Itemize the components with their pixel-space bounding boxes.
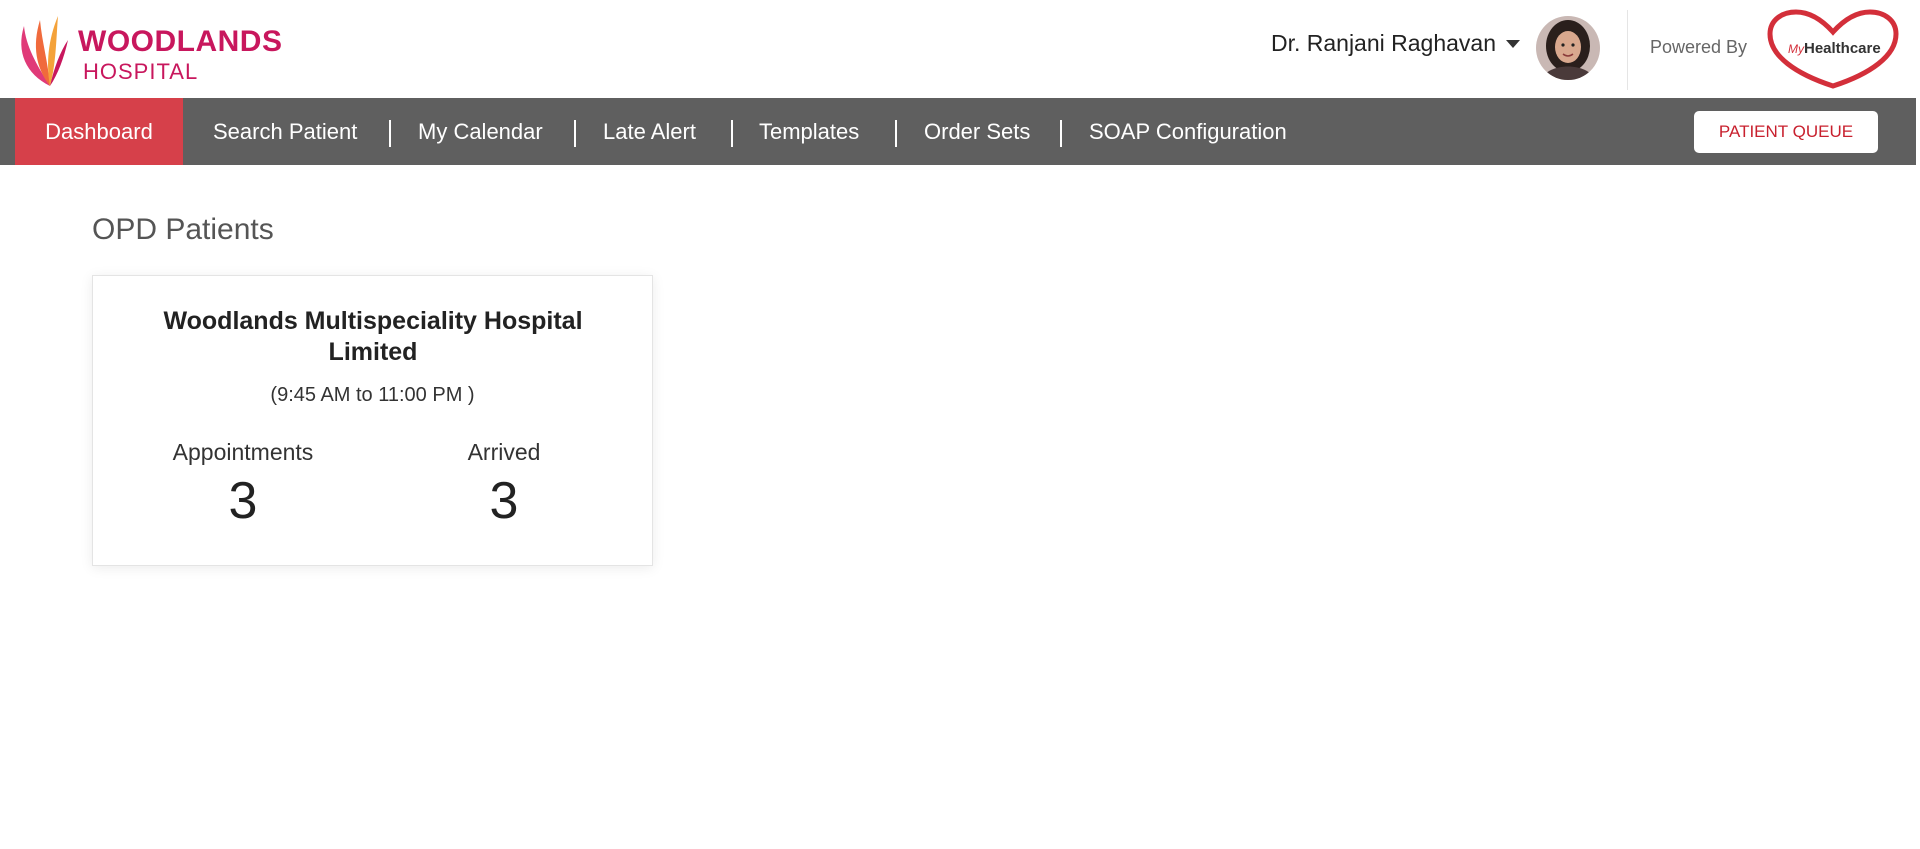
nav-separator [389,120,391,147]
avatar[interactable] [1536,16,1600,80]
nav-separator [731,120,733,147]
nav-late-alert[interactable]: Late Alert [603,98,696,165]
powered-by-label: Powered By [1650,37,1748,57]
nav-search-patient[interactable]: Search Patient [213,98,357,165]
arrived-count: 3 [489,472,519,530]
nav-order-sets[interactable]: Order Sets [924,98,1030,165]
main-nav: Dashboard Search Patient My Calendar Lat… [0,98,1916,165]
app-header: WOODLANDS HOSPITAL Dr. Ranjani Raghavan … [0,0,1920,98]
nav-templates[interactable]: Templates [759,98,859,165]
flame-logo-icon [21,16,68,86]
user-menu[interactable]: Dr. Ranjani Raghavan [1271,30,1520,57]
nav-my-calendar[interactable]: My Calendar [418,98,543,165]
caret-down-icon [1506,39,1520,48]
appointments-label: Appointments [172,439,314,465]
page-title: OPD Patients [92,213,274,246]
arrived-label: Arrived [467,439,541,465]
hospital-card[interactable]: Woodlands Multispeciality Hospital Limit… [92,275,653,566]
opd-timing: (9:45 AM to 11:00 PM ) [270,384,475,406]
user-name: Dr. Ranjani Raghavan [1270,30,1496,56]
woodlands-logo[interactable]: WOODLANDS HOSPITAL [14,12,294,88]
nav-soap-configuration[interactable]: SOAP Configuration [1089,98,1287,165]
patient-queue-button[interactable]: PATIENT QUEUE [1694,111,1878,153]
nav-separator [895,120,897,147]
nav-dashboard[interactable]: Dashboard [15,98,183,165]
nav-separator [574,120,576,147]
myhealthcare-logo: MyHealthcare [1766,8,1900,90]
logo-prefix: My [1788,42,1804,56]
brand-subname: HOSPITAL [83,59,199,84]
nav-separator [1060,120,1062,147]
header-divider [1627,10,1628,90]
appointments-count: 3 [228,472,258,530]
hospital-name: Woodlands Multispeciality Hospital Limit… [163,307,583,366]
logo-text: Healthcare [1804,40,1881,57]
brand-name: WOODLANDS [78,25,283,58]
user-photo-icon [1536,16,1600,80]
